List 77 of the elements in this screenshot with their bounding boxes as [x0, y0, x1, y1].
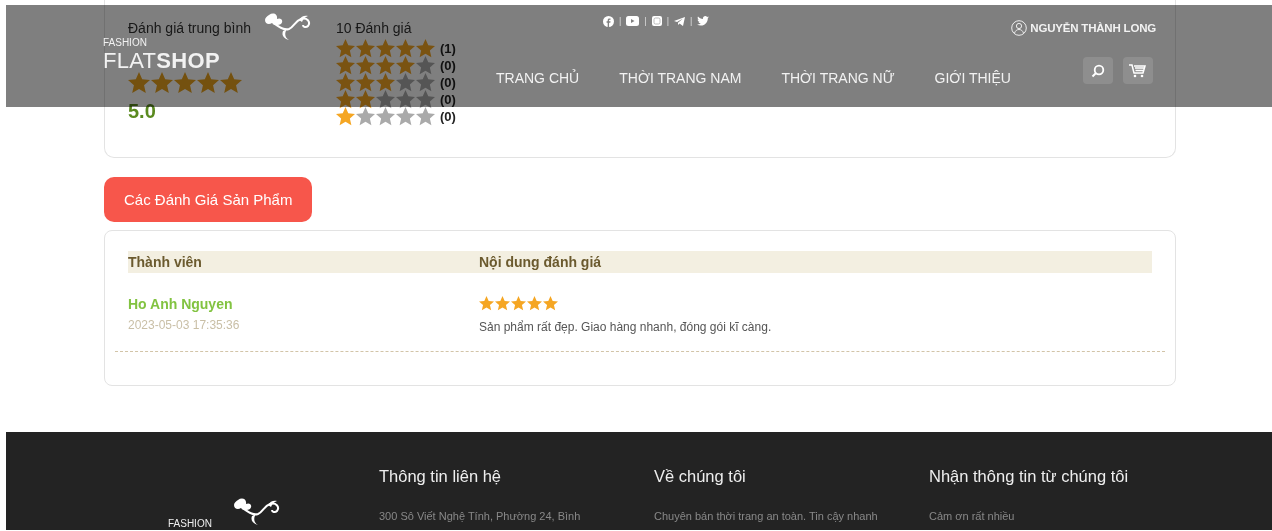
- user-name[interactable]: NGUYỄN THÀNH LONG: [1030, 22, 1156, 34]
- star-icon: [416, 56, 435, 75]
- rating-count: (0): [440, 92, 456, 107]
- footer-text: Chuyên bán thời trang an toàn. Tin cậy nhanh: [654, 510, 878, 522]
- star-icon: [356, 39, 375, 58]
- star-icon: [527, 296, 542, 311]
- member-name: Ho Anh Nguyen: [128, 296, 233, 312]
- search-button[interactable]: [1083, 57, 1113, 84]
- star-icon: [151, 72, 173, 94]
- star-icon: [495, 296, 510, 311]
- rating-count: (0): [440, 75, 456, 90]
- star-icon: [416, 107, 435, 126]
- nav-link[interactable]: TRANG CHỦ: [496, 70, 580, 86]
- average-rating-label: Đánh giá trung bình: [128, 20, 251, 38]
- star-icon: [220, 72, 242, 94]
- star-icon: [356, 107, 375, 126]
- cart-button[interactable]: [1123, 57, 1153, 84]
- footer-heading: Thông tin liên hệ: [379, 467, 501, 486]
- star-icon: [376, 73, 395, 92]
- star-icon: [376, 56, 395, 75]
- star-icon: [356, 73, 375, 92]
- footer-text: Cảm ơn rất nhiều: [929, 510, 1015, 522]
- separator-text: |: [666, 16, 670, 26]
- cart-icon: [1129, 63, 1147, 78]
- search-icon: [1091, 63, 1105, 78]
- footer-text: 300 Sô Viết Nghệ Tính, Phường 24, Bình: [379, 510, 581, 522]
- star-icon: [376, 39, 395, 58]
- nav-link[interactable]: THỜI TRANG NAM: [619, 70, 742, 86]
- star-icon: [336, 56, 355, 75]
- star-icon: [356, 90, 375, 109]
- average-rating-value: 5.0: [128, 100, 156, 123]
- star-icon: [336, 39, 355, 58]
- star-icon: [174, 72, 196, 94]
- footer-heading: Nhận thông tin từ chúng tôi: [929, 467, 1129, 486]
- nav-link[interactable]: THỜI TRANG NỮ: [781, 70, 895, 86]
- star-icon: [396, 39, 415, 58]
- star-icon: [128, 72, 150, 94]
- review-date: 2023-05-03 17:35:36: [128, 318, 240, 332]
- footer-heading: Về chúng tôi: [654, 467, 746, 486]
- youtube-icon[interactable]: [626, 16, 640, 26]
- star-icon: [511, 296, 526, 311]
- star-icon: [416, 90, 435, 109]
- star-icon: [416, 39, 435, 58]
- separator-text: |: [619, 16, 622, 26]
- star-icon: [336, 73, 355, 92]
- separator-text: |: [690, 16, 693, 26]
- telegram-icon[interactable]: [674, 16, 686, 26]
- review-count: 10 Đánh giá: [336, 20, 412, 38]
- star-icon: [479, 296, 494, 311]
- separator-text: |: [644, 16, 647, 26]
- star-icon: [376, 107, 395, 126]
- star-icon: [336, 90, 355, 109]
- star-icon: [396, 107, 415, 126]
- column-header: Thành viên: [128, 254, 202, 270]
- star-icon: [356, 56, 375, 75]
- star-icon: [543, 296, 558, 311]
- reviews-tab[interactable]: Các Đánh Giá Sản Phẩm: [104, 177, 313, 222]
- review-comment: Sản phẩm rất đẹp. Giao hàng nhanh, đóng gói kĩ càng.: [479, 320, 772, 334]
- star-icon: [376, 90, 395, 109]
- star-icon: [416, 73, 435, 92]
- footer-logo-text: FASHION: [168, 518, 212, 529]
- rating-count: (0): [440, 109, 456, 124]
- star-icon: [197, 72, 219, 94]
- rating-count: (1): [440, 41, 456, 56]
- column-header: Nội dung đánh giá: [479, 254, 602, 270]
- twitter-icon[interactable]: [697, 16, 710, 26]
- facebook-icon[interactable]: [603, 15, 614, 27]
- rating-count: (0): [440, 58, 456, 73]
- star-icon: [336, 107, 355, 126]
- star-icon: [396, 56, 415, 75]
- instagram-icon[interactable]: [651, 16, 662, 26]
- star-icon: [396, 90, 415, 109]
- user-icon[interactable]: [1011, 20, 1028, 36]
- nav-link[interactable]: GIỚI THIỆU: [934, 70, 1011, 86]
- logo-text[interactable]: FLATSHOP: [103, 49, 220, 73]
- star-icon: [396, 73, 415, 92]
- logo-small-text: FASHION: [103, 37, 147, 49]
